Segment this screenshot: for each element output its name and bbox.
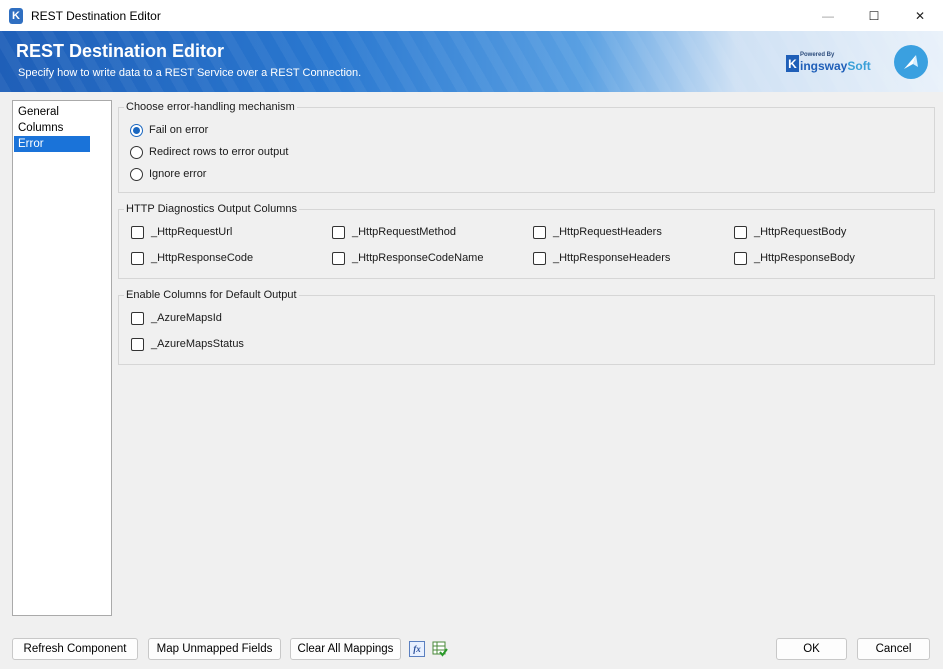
checkbox[interactable] <box>332 251 345 265</box>
radio-ignore-error[interactable] <box>130 167 143 181</box>
checkbox-label: _AzureMapsId <box>151 312 222 324</box>
checkbox-http-response-headers[interactable]: _HttpResponseHeaders <box>533 250 670 266</box>
radio-fail-on-error[interactable] <box>130 123 143 137</box>
nav-item-columns[interactable]: Columns <box>14 120 90 136</box>
checkbox[interactable] <box>734 225 747 239</box>
checkbox-http-request-method[interactable]: _HttpRequestMethod <box>332 224 456 240</box>
window-title: REST Destination Editor <box>31 8 161 23</box>
checkbox-label: _HttpRequestUrl <box>151 226 233 238</box>
checkbox-label: _HttpRequestHeaders <box>553 226 662 238</box>
refresh-component-button[interactable]: Refresh Component <box>12 638 138 660</box>
option-redirect-rows[interactable]: Redirect rows to error output <box>130 144 288 160</box>
checkbox-http-request-body[interactable]: _HttpRequestBody <box>734 224 846 240</box>
checkbox-http-request-headers[interactable]: _HttpRequestHeaders <box>533 224 662 240</box>
nav-item-general[interactable]: General <box>14 104 90 120</box>
checkbox-http-response-code[interactable]: _HttpResponseCode <box>131 250 253 266</box>
checkbox-label: _HttpResponseBody <box>754 252 855 264</box>
http-diagnostics-legend: HTTP Diagnostics Output Columns <box>124 203 299 216</box>
clear-all-mappings-button[interactable]: Clear All Mappings <box>290 638 401 660</box>
checkbox-http-response-code-name[interactable]: _HttpResponseCodeName <box>332 250 483 266</box>
checkbox-azure-maps-id[interactable]: _AzureMapsId <box>131 310 222 326</box>
app-icon: K <box>9 7 23 24</box>
expression-fx-icon[interactable]: fx <box>409 641 425 657</box>
brand-name: ingswaySoft <box>800 59 871 73</box>
checkbox[interactable] <box>332 225 345 239</box>
header-banner: REST Destination Editor Specify how to w… <box>0 31 943 92</box>
table-check-icon[interactable] <box>432 641 448 657</box>
radio-redirect-rows[interactable] <box>130 145 143 159</box>
kingswaysoft-logo: Powered By K ingswaySoft <box>786 51 878 75</box>
checkbox-label: _HttpResponseCode <box>151 252 254 264</box>
checkbox-label: _HttpRequestBody <box>754 226 847 238</box>
checkbox-azure-maps-status[interactable]: _AzureMapsStatus <box>131 336 244 352</box>
product-logo-icon <box>894 45 928 79</box>
checkbox-http-request-url[interactable]: _HttpRequestUrl <box>131 224 232 240</box>
checkbox[interactable] <box>533 251 546 265</box>
brand-k-icon: K <box>786 55 799 72</box>
close-button[interactable]: ✕ <box>897 0 943 31</box>
default-output-group: Enable Columns for Default Output <box>118 289 935 365</box>
option-label: Ignore error <box>149 168 207 180</box>
maximize-button[interactable]: ☐ <box>851 0 897 31</box>
checkbox-http-response-body[interactable]: _HttpResponseBody <box>734 250 855 266</box>
banner-title: REST Destination Editor <box>16 41 225 61</box>
checkbox[interactable] <box>131 337 144 351</box>
checkbox-label: _HttpRequestMethod <box>352 226 456 238</box>
option-label: Fail on error <box>149 124 209 136</box>
checkbox[interactable] <box>131 311 144 325</box>
title-bar: K REST Destination Editor — ☐ ✕ <box>0 0 943 31</box>
option-label: Redirect rows to error output <box>149 146 289 158</box>
brand-powered-by: Powered By <box>800 52 835 58</box>
checkbox[interactable] <box>131 225 144 239</box>
map-unmapped-fields-button[interactable]: Map Unmapped Fields <box>148 638 281 660</box>
checkbox[interactable] <box>131 251 144 265</box>
banner-subtitle: Specify how to write data to a REST Serv… <box>18 67 362 79</box>
error-handling-legend: Choose error-handling mechanism <box>124 101 297 114</box>
http-diagnostics-group: HTTP Diagnostics Output Columns <box>118 203 935 279</box>
checkbox[interactable] <box>533 225 546 239</box>
checkbox-label: _AzureMapsStatus <box>151 338 244 350</box>
ok-button[interactable]: OK <box>776 638 847 660</box>
window-controls: — ☐ ✕ <box>805 0 943 31</box>
checkbox-label: _HttpResponseHeaders <box>553 252 671 264</box>
nav-item-error-handling[interactable]: Error Handling <box>14 136 90 166</box>
option-ignore-error[interactable]: Ignore error <box>130 166 206 182</box>
default-output-legend: Enable Columns for Default Output <box>124 289 299 302</box>
minimize-button[interactable]: — <box>805 0 851 31</box>
cancel-button[interactable]: Cancel <box>857 638 930 660</box>
page-nav-list: General Columns Error Handling <box>12 100 112 616</box>
option-fail-on-error[interactable]: Fail on error <box>130 122 208 138</box>
checkbox[interactable] <box>734 251 747 265</box>
checkbox-label: _HttpResponseCodeName <box>352 252 484 264</box>
